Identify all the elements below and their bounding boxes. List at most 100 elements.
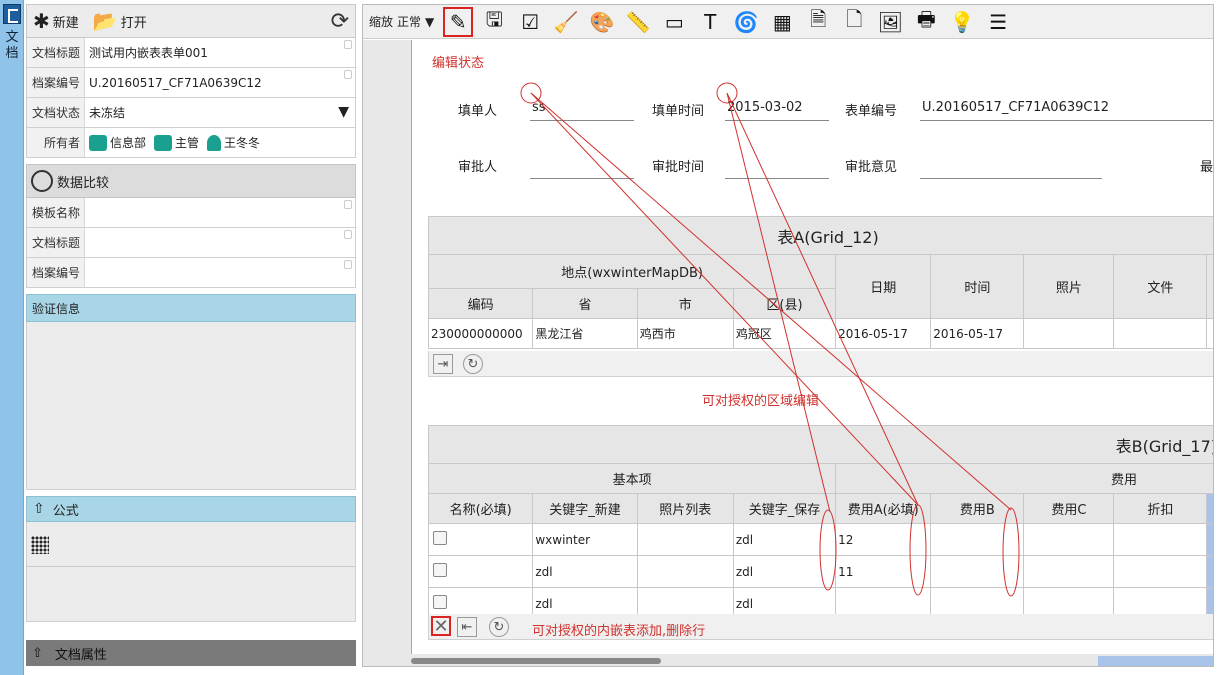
validation-header[interactable]: 验证信息 bbox=[26, 294, 356, 322]
new-button[interactable]: ✱ 新建 bbox=[33, 11, 79, 31]
grid-cell[interactable] bbox=[1113, 318, 1208, 349]
document-icon[interactable] bbox=[3, 4, 21, 24]
formula-section: ⇧ 公式 bbox=[26, 496, 356, 622]
left-panel: ✱ 新建 📂 打开 ⟳ 文档标题 测试用内嵌表表单001 档案编号 U.2016… bbox=[26, 4, 356, 669]
insert-row-icon[interactable]: ⇥ bbox=[433, 354, 453, 374]
keypad-icon[interactable] bbox=[31, 536, 49, 554]
horizontal-scrollbar[interactable] bbox=[411, 658, 661, 664]
grid-cell[interactable] bbox=[1023, 555, 1115, 588]
owner-dept[interactable]: 信息部 bbox=[89, 134, 146, 151]
document-editor: 缩放 正常 ▼ ✎ 🖫 ☑ 🧹 🎨 📏 ▭ T 🌀 ▦ 🗎 🗋 🖼 🖶 💡 ☰ … bbox=[362, 4, 1214, 667]
filler-field[interactable]: ss bbox=[532, 100, 546, 115]
grid-cell[interactable]: zdl bbox=[532, 555, 638, 588]
check-icon[interactable]: ☑ bbox=[515, 7, 545, 37]
compare-header[interactable]: 数据比较 bbox=[26, 164, 356, 198]
grid-cell[interactable]: 黑龙江省 bbox=[532, 318, 638, 349]
grid-cell[interactable] bbox=[930, 523, 1025, 556]
grid-cell[interactable]: zdl bbox=[732, 523, 837, 556]
grid-cell[interactable] bbox=[1023, 523, 1115, 556]
zoom-select[interactable]: 正常 bbox=[397, 13, 421, 30]
editor-toolbar: 缩放 正常 ▼ ✎ 🖫 ☑ 🧹 🎨 📏 ▭ T 🌀 ▦ 🗎 🗋 🖼 🖶 💡 ☰ bbox=[363, 5, 1213, 39]
col-header: 时间 bbox=[930, 254, 1025, 319]
grid-cell[interactable]: 12 bbox=[835, 523, 932, 556]
grid-a-title: 表A(Grid_12) bbox=[428, 216, 1213, 255]
grid-cell[interactable] bbox=[1113, 523, 1208, 556]
grid-cell[interactable]: 11 bbox=[835, 555, 932, 588]
col-header: 照片列表 bbox=[636, 493, 734, 524]
grid-cell[interactable]: 2016-05-17 bbox=[835, 318, 932, 349]
print-icon[interactable]: 🖶 bbox=[911, 7, 941, 37]
formula-body bbox=[26, 522, 356, 622]
doc-canvas[interactable]: 编辑状态 填单人 ss 填单时间 2015-03-02 表单编号 U.20160… bbox=[363, 40, 1213, 666]
refresh-icon[interactable]: ⟳ bbox=[331, 9, 349, 34]
grid-cell[interactable] bbox=[930, 555, 1025, 588]
field-label: 文档标题 bbox=[27, 228, 85, 257]
doc-props-header[interactable]: ⇧ 文档属性 bbox=[26, 640, 356, 666]
delete-row-icon[interactable]: ✕ bbox=[431, 616, 451, 637]
owner-role[interactable]: 主管 bbox=[154, 134, 199, 151]
row-checkbox[interactable] bbox=[433, 563, 447, 577]
ruler-icon[interactable]: 📏 bbox=[623, 7, 653, 37]
filltime-field[interactable]: 2015-03-02 bbox=[727, 100, 803, 115]
row-checkbox[interactable] bbox=[433, 595, 447, 609]
dropdown-arrow-icon[interactable]: ▼ bbox=[425, 15, 434, 29]
lightbulb-icon[interactable]: 💡 bbox=[947, 7, 977, 37]
grid-cell[interactable]: 230000000000 bbox=[427, 318, 534, 349]
horizontal-scroll-region[interactable] bbox=[1098, 656, 1213, 666]
grid-cell[interactable] bbox=[1113, 555, 1208, 588]
formula-header[interactable]: ⇧ 公式 bbox=[26, 496, 356, 522]
template-name-row: 模板名称 bbox=[26, 198, 356, 228]
left-toolbar: ✱ 新建 📂 打开 ⟳ bbox=[26, 4, 356, 38]
insert-row-icon[interactable]: ⇤ bbox=[457, 617, 477, 637]
doc-status-row: 文档状态 未冻结 ▼ bbox=[26, 98, 356, 128]
sync-icon[interactable]: ↻ bbox=[489, 617, 509, 637]
grid-a-toolbar: ⇥ ↻ bbox=[428, 351, 1213, 377]
grid-icon[interactable]: ▦ bbox=[767, 7, 797, 37]
table-row: 230000000000 黑龙江省 鸡西市 鸡冠区 2016-05-17 201… bbox=[427, 318, 1213, 349]
archive-no-field[interactable]: U.20160517_CF71A0639C12 bbox=[85, 76, 355, 90]
table-row: wxwinter zdl 12 bbox=[427, 523, 1213, 556]
side-strip-label[interactable]: 文档 bbox=[4, 30, 20, 62]
badge-icon bbox=[154, 134, 173, 151]
image-icon[interactable]: 🖼 bbox=[875, 7, 905, 37]
sync-icon[interactable]: ↻ bbox=[463, 354, 483, 374]
formno-field[interactable]: U.20160517_CF71A0639C12 bbox=[922, 100, 1109, 115]
lock-icon bbox=[344, 70, 352, 79]
broom-icon[interactable]: 🧹 bbox=[551, 7, 581, 37]
row-checkbox[interactable] bbox=[433, 531, 447, 545]
spiral-icon[interactable]: 🌀 bbox=[731, 7, 761, 37]
folder-icon: 📂 bbox=[92, 9, 118, 33]
grid-cell[interactable]: 鸡冠区 bbox=[732, 318, 837, 349]
layout-icon[interactable]: ▭ bbox=[659, 7, 689, 37]
owner-user[interactable]: 王冬冬 bbox=[207, 134, 260, 151]
col-header: 照片 bbox=[1023, 254, 1115, 319]
page-icon[interactable]: 🗋 bbox=[839, 7, 869, 37]
text-format-icon[interactable]: T bbox=[695, 7, 725, 37]
open-label: 打开 bbox=[120, 15, 147, 31]
open-button[interactable]: 📂 打开 bbox=[93, 11, 147, 31]
col-header: 名称(必填) bbox=[427, 493, 534, 524]
dropdown-arrow-icon[interactable]: ▼ bbox=[338, 104, 349, 120]
lock-icon bbox=[344, 230, 352, 239]
grid-cell[interactable] bbox=[636, 555, 734, 588]
grid-cell[interactable]: zdl bbox=[732, 555, 837, 588]
grid-cell[interactable] bbox=[636, 523, 734, 556]
grid-b: 表B(Grid_17) 基本项 费用 名称(必填) 关键字_新建 照片列表 关键… bbox=[427, 425, 1213, 620]
save-icon[interactable]: 🖫 bbox=[479, 7, 509, 37]
palette-icon[interactable]: 🎨 bbox=[587, 7, 617, 37]
notes-icon[interactable]: ☰ bbox=[983, 7, 1013, 37]
annotation-row-edit: 可对授权的内嵌表添加,删除行 bbox=[532, 624, 706, 639]
col-header: 省 bbox=[532, 288, 638, 319]
field-label: 文档标题 bbox=[27, 38, 85, 67]
doc-title-field[interactable]: 测试用内嵌表表单001 bbox=[85, 44, 355, 61]
edit-pencil-icon[interactable]: ✎ bbox=[443, 6, 474, 37]
doc-status-select[interactable]: 未冻结 bbox=[85, 104, 355, 121]
export-icon[interactable]: 🗎 bbox=[803, 7, 833, 37]
grid-cell[interactable]: 2016-05-17 bbox=[930, 318, 1025, 349]
grid-cell[interactable]: wxwinter bbox=[532, 523, 638, 556]
filler-label: 填单人 bbox=[458, 104, 498, 119]
table-row: zdl zdl 11 bbox=[427, 555, 1213, 588]
grid-cell[interactable] bbox=[1023, 318, 1115, 349]
grid-cell[interactable]: 鸡西市 bbox=[636, 318, 734, 349]
grid-a: 表A(Grid_12) 地点(wxwinterMapDB) 日期 时间 照片 文… bbox=[427, 216, 1213, 349]
